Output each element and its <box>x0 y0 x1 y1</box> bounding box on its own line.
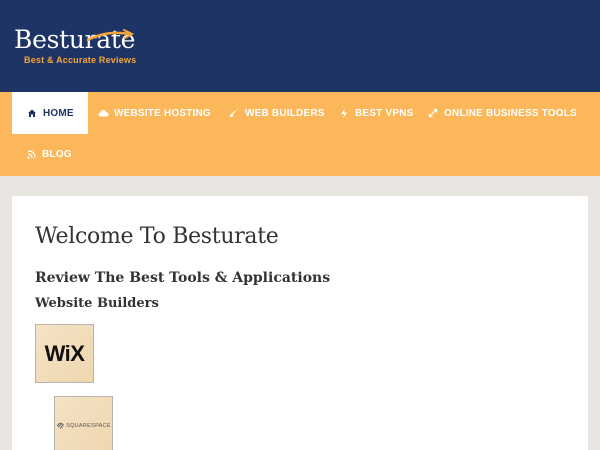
expand-icon <box>427 107 439 119</box>
squarespace-thumbnail[interactable]: SQUARESPACE <box>54 396 113 450</box>
site-logo[interactable]: Besturate Best & Accurate Reviews <box>14 26 137 66</box>
nav-label-best-vpns: BEST VPNS <box>355 107 414 119</box>
nav-label-home: HOME <box>43 107 74 119</box>
squarespace-logo: SQUARESPACE <box>56 422 111 429</box>
nav-item-online-business-tools[interactable]: ONLINE BUSINESS TOOLS <box>427 93 577 133</box>
home-icon <box>26 107 38 119</box>
section-subtitle: Review The Best Tools & Applications <box>35 270 331 286</box>
nav-item-best-vpns[interactable]: BEST VPNS <box>338 93 413 133</box>
nav-item-blog[interactable]: BLOG <box>25 134 72 174</box>
squarespace-logo-text: SQUARESPACE <box>66 422 111 429</box>
page-title: Welcome To Besturate <box>35 224 279 249</box>
section-heading: Website Builders <box>35 296 159 311</box>
wix-logo-text: WiX <box>44 340 85 366</box>
site-header: Besturate Best & Accurate Reviews <box>0 0 600 92</box>
main-navigation: HOME WEBSITE HOSTING WEB BUILDERS BEST V… <box>0 92 600 176</box>
cloud-icon <box>97 107 109 119</box>
nav-label-online-business-tools: ONLINE BUSINESS TOOLS <box>444 107 577 119</box>
logo-wordmark: Besturate <box>14 26 136 54</box>
nav-label-web-builders: WEB BUILDERS <box>245 107 325 119</box>
squarespace-mark-icon <box>56 422 64 429</box>
nav-item-home[interactable]: HOME <box>12 92 88 134</box>
main-content: Welcome To Besturate Review The Best Too… <box>12 196 588 450</box>
brush-icon <box>228 107 240 119</box>
wix-thumbnail[interactable]: WiX <box>35 324 94 383</box>
brand-tagline: Best & Accurate Reviews <box>24 55 137 65</box>
logo-swoosh-icon <box>86 29 134 42</box>
nav-item-website-hosting[interactable]: WEBSITE HOSTING <box>97 93 211 133</box>
nav-label-blog: BLOG <box>42 148 72 160</box>
nav-label-website-hosting: WEBSITE HOSTING <box>114 107 211 119</box>
rss-icon <box>25 148 37 160</box>
bolt-icon <box>338 107 350 119</box>
nav-item-web-builders[interactable]: WEB BUILDERS <box>228 93 325 133</box>
